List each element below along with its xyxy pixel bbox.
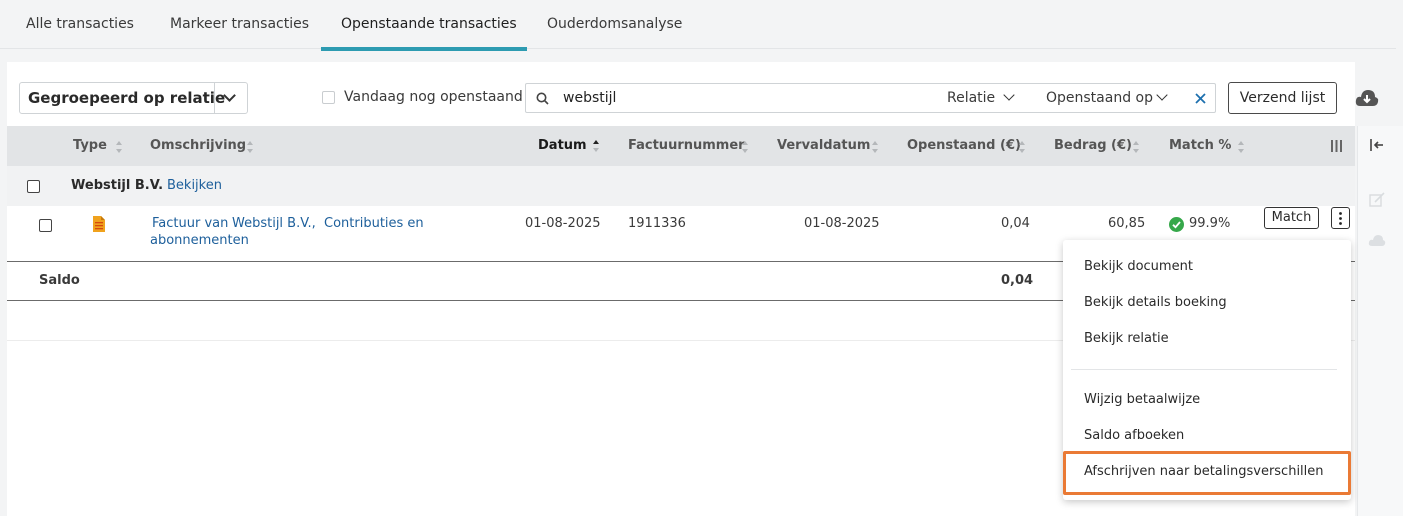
active-tab-indicator: [321, 47, 527, 51]
group-name: Webstijl B.V.: [71, 178, 164, 193]
col-bedrag[interactable]: Bedrag (€): [1054, 138, 1132, 153]
row-description-relation[interactable]: Webstijl B.V.,: [232, 216, 316, 231]
collapse-panel-icon[interactable]: [1369, 138, 1385, 152]
match-button[interactable]: Match: [1264, 207, 1319, 229]
more-vertical-icon: [1339, 212, 1342, 225]
columns-icon[interactable]: [1331, 140, 1342, 152]
match-check-icon: [1169, 217, 1184, 232]
total-outstanding: 0,04: [1001, 273, 1034, 288]
tab-openstaande-transacties[interactable]: Openstaande transacties: [341, 16, 517, 32]
sort-icon[interactable]: [116, 141, 123, 153]
today-outstanding-checkbox[interactable]: [322, 91, 335, 104]
sort-icon[interactable]: [872, 141, 879, 153]
cloud-download-icon[interactable]: [1355, 89, 1379, 107]
row-invoice-number: 1911336: [628, 216, 686, 231]
today-outstanding-label: Vandaag nog openstaand: [344, 89, 523, 105]
clear-search-icon[interactable]: [1195, 93, 1206, 104]
chevron-down-icon[interactable]: [1003, 89, 1015, 101]
tab-alle-transacties[interactable]: Alle transacties: [26, 16, 134, 32]
col-match-percent[interactable]: Match %: [1169, 138, 1231, 153]
row-checkbox[interactable]: [39, 219, 52, 232]
search-input[interactable]: webstijl: [563, 90, 616, 106]
menu-item-view-document[interactable]: Bekijk document: [1084, 259, 1193, 274]
cloud-download-icon-disabled: [1368, 235, 1386, 246]
row-match-percent: 99.9%: [1189, 216, 1231, 231]
group-by-select[interactable]: Gegroepeerd op relatie: [19, 82, 248, 114]
highlight-outline: [1063, 451, 1351, 495]
row-description-prefix[interactable]: Factuur van: [152, 216, 228, 231]
menu-item-view-relation[interactable]: Bekijk relatie: [1084, 331, 1169, 346]
menu-item-write-off-balance[interactable]: Saldo afboeken: [1084, 428, 1184, 443]
row-more-button[interactable]: [1331, 207, 1350, 229]
filter-relatie[interactable]: Relatie: [947, 90, 995, 106]
menu-item-change-payment-method[interactable]: Wijzig betaalwijze: [1084, 392, 1200, 407]
edit-icon: [1369, 192, 1385, 207]
col-type[interactable]: Type: [73, 138, 107, 153]
menu-divider: [1071, 369, 1337, 370]
search-bar: webstijl Relatie Openstaand op: [525, 83, 1216, 113]
table-header: Type Omschrijving Datum Factuurnummer Ve…: [7, 126, 1355, 166]
sort-icon[interactable]: [1019, 141, 1026, 153]
col-factuurnummer[interactable]: Factuurnummer: [628, 138, 745, 153]
chevron-down-icon[interactable]: [1156, 89, 1168, 101]
right-side-toolbar: [1357, 126, 1403, 516]
sort-icon[interactable]: [1238, 141, 1245, 153]
col-vervaldatum[interactable]: Vervaldatum: [777, 138, 870, 153]
group-by-value: Gegroepeerd op relatie: [28, 89, 226, 107]
group-view-link[interactable]: Bekijken: [167, 178, 222, 193]
row-description-rest1[interactable]: Contributies en: [324, 216, 424, 231]
sort-ascending-icon[interactable]: [593, 140, 600, 152]
col-datum[interactable]: Datum: [538, 138, 587, 153]
total-label: Saldo: [39, 273, 80, 288]
search-icon: [536, 92, 549, 105]
row-date: 01-08-2025: [525, 216, 601, 231]
invoice-document-icon: [93, 216, 105, 232]
sort-icon[interactable]: [742, 141, 749, 153]
row-outstanding: 0,04: [1001, 216, 1030, 231]
menu-item-view-booking-details[interactable]: Bekijk details boeking: [1084, 295, 1227, 310]
send-list-button[interactable]: Verzend lijst: [1228, 82, 1337, 114]
tab-ouderdomsanalyse[interactable]: Ouderdomsanalyse: [547, 16, 682, 32]
filter-openstaand-op[interactable]: Openstaand op: [1046, 90, 1153, 106]
row-amount: 60,85: [1108, 216, 1146, 231]
sort-icon[interactable]: [247, 141, 254, 153]
row-due-date: 01-08-2025: [804, 216, 880, 231]
group-checkbox[interactable]: [27, 180, 40, 193]
tab-markeer-transacties[interactable]: Markeer transacties: [170, 16, 309, 32]
col-omschrijving[interactable]: Omschrijving: [150, 138, 246, 153]
row-description-rest2[interactable]: abonnementen: [150, 233, 249, 248]
group-row: Webstijl B.V. Bekijken: [7, 166, 1355, 206]
sort-icon[interactable]: [1133, 141, 1140, 153]
col-openstaand[interactable]: Openstaand (€): [907, 138, 1021, 153]
